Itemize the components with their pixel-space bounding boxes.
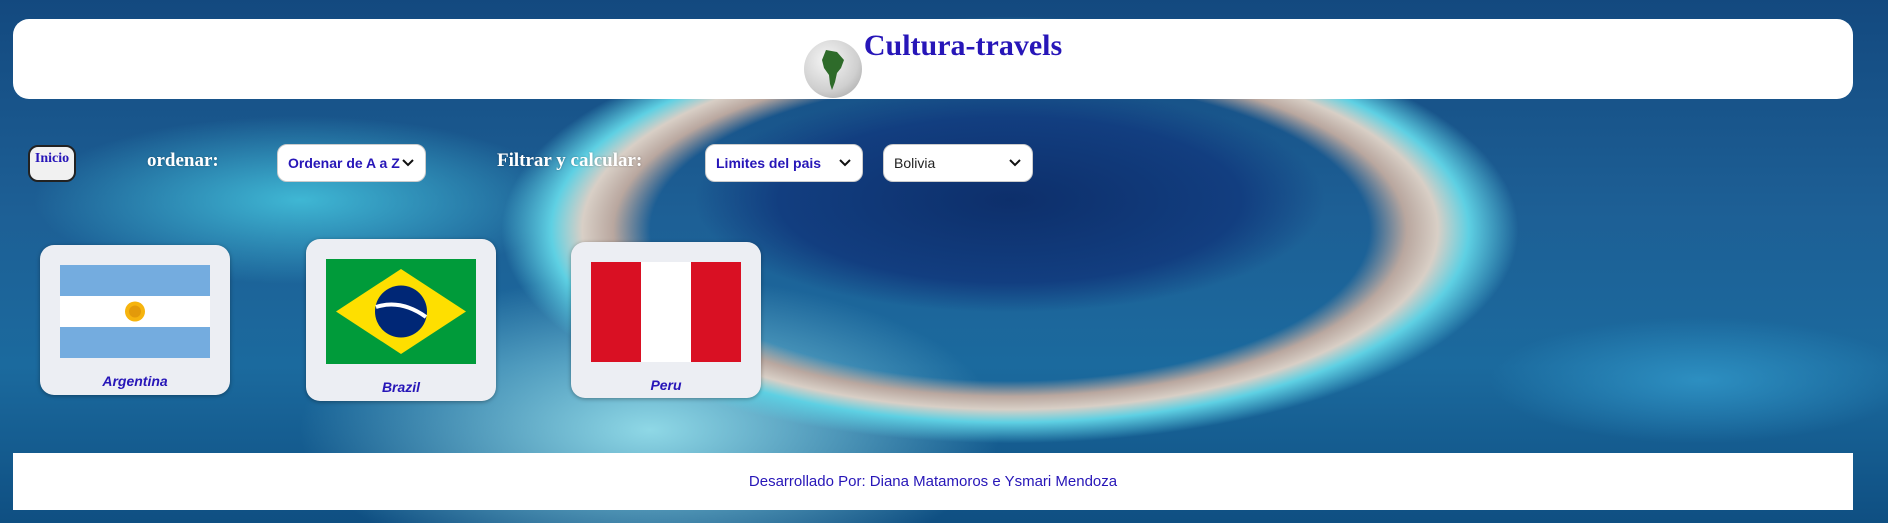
chevron-down-icon — [402, 159, 414, 167]
peru-flag-icon — [591, 262, 741, 362]
south-america-globe-icon — [803, 40, 862, 98]
filter-select[interactable]: Limites del pais — [705, 144, 863, 182]
country-name: Brazil — [381, 379, 421, 395]
home-button[interactable]: Inicio — [28, 145, 76, 182]
country-card-peru[interactable]: Peru — [571, 242, 761, 398]
country-name: Peru — [650, 377, 682, 393]
order-select[interactable]: Ordenar de A a Z — [277, 144, 426, 182]
country-card-brazil[interactable]: Brazil — [306, 239, 496, 401]
footer: Desarrollado Por: Diana Matamoros e Ysma… — [13, 453, 1853, 510]
order-label: ordenar: — [147, 150, 219, 171]
chevron-down-icon — [839, 159, 851, 167]
order-select-value: Ordenar de A a Z — [288, 155, 400, 171]
chevron-down-icon — [1009, 159, 1021, 167]
footer-credits: Desarrollado Por: Diana Matamoros e Ysma… — [748, 473, 1118, 490]
brazil-flag-icon — [326, 259, 476, 364]
country-select-value: Bolivia — [894, 155, 936, 171]
filter-select-value: Limites del pais — [716, 155, 822, 171]
country-card-argentina[interactable]: Argentina — [40, 245, 230, 395]
country-select[interactable]: Bolivia — [883, 144, 1033, 182]
filter-label: Filtrar y calcular: — [497, 150, 643, 171]
page-title: Cultura-travels — [863, 29, 1063, 62]
country-name: Argentina — [102, 373, 168, 389]
argentina-flag-icon — [60, 265, 210, 358]
header-bar: Cultura-travels — [13, 19, 1853, 99]
